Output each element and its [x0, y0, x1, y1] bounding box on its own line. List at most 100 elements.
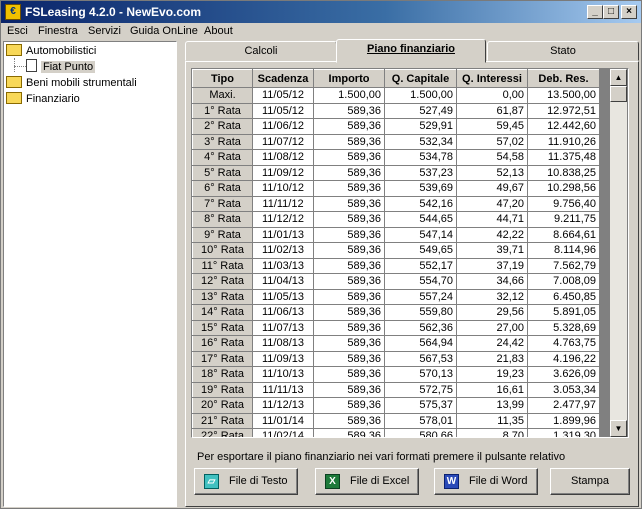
tab-piano-finanziario[interactable]: Piano finanziario	[336, 39, 486, 63]
cell-deb-res[interactable]: 10.298,56	[527, 180, 600, 197]
cell-q-interessi[interactable]: 0,00	[456, 87, 528, 104]
cell-q-interessi[interactable]: 19,23	[456, 366, 528, 383]
cell-q-interessi[interactable]: 49,67	[456, 180, 528, 197]
cell-importo[interactable]: 589,36	[313, 381, 385, 398]
cell-q-interessi[interactable]: 21,83	[456, 350, 528, 367]
table-row[interactable]: 5° Rata 11/09/12 589,36 537,23 52,13 10.838,2…	[192, 164, 600, 181]
table-row[interactable]: 4° Rata 11/08/12 589,36 534,78 54,58 11.375,4…	[192, 149, 600, 166]
cell-q-interessi[interactable]: 37,19	[456, 257, 528, 274]
tab-calcoli[interactable]: Calcoli	[185, 41, 337, 61]
export-text-button[interactable]: ▱ File di Testo	[194, 468, 298, 495]
cell-scadenza[interactable]: 11/05/12	[252, 87, 314, 104]
cell-scadenza[interactable]: 11/11/13	[252, 381, 314, 398]
table-row[interactable]: 15° Rata 11/07/13 589,36 562,36 27,00 5.328,6…	[192, 319, 600, 336]
cell-q-capitale[interactable]: 564,94	[384, 335, 457, 352]
cell-deb-res[interactable]: 1.899,96	[527, 412, 600, 429]
cell-importo[interactable]: 589,36	[313, 412, 385, 429]
cell-importo[interactable]: 589,36	[313, 149, 385, 166]
header-deb-res[interactable]: Deb. Res.	[527, 69, 600, 88]
table-row[interactable]: 13° Rata 11/05/13 589,36 557,24 32,12 6.450,8…	[192, 288, 600, 305]
tree-item-fiat-punto[interactable]: Fiat Punto	[26, 59, 96, 75]
cell-q-capitale[interactable]: 1.500,00	[384, 87, 457, 104]
cell-deb-res[interactable]: 7.562,79	[527, 257, 600, 274]
cell-deb-res[interactable]: 4.196,22	[527, 350, 600, 367]
header-q-capitale[interactable]: Q. Capitale	[384, 69, 457, 88]
table-row[interactable]: 11° Rata 11/03/13 589,36 552,17 37,19 7.562,7…	[192, 257, 600, 274]
cell-deb-res[interactable]: 11.375,48	[527, 149, 600, 166]
cell-deb-res[interactable]: 11.910,26	[527, 133, 600, 150]
menu-finestra[interactable]: Finestra	[38, 25, 78, 37]
tree-item-beni-mobili[interactable]: Beni mobili strumentali	[6, 75, 137, 91]
cell-importo[interactable]: 589,36	[313, 102, 385, 119]
table-row[interactable]: 12° Rata 11/04/13 589,36 554,70 34,66 7.008,0…	[192, 273, 600, 290]
cell-q-capitale[interactable]: 544,65	[384, 211, 457, 228]
menu-servizi[interactable]: Servizi	[88, 25, 121, 37]
cell-tipo[interactable]: 21° Rata	[192, 412, 253, 429]
cell-deb-res[interactable]: 9.211,75	[527, 211, 600, 228]
table-row[interactable]: 8° Rata 11/12/12 589,36 544,65 44,71 9.211,75	[192, 211, 600, 228]
table-row[interactable]: 9° Rata 11/01/13 589,36 547,14 42,22 8.664,61	[192, 226, 600, 243]
cell-importo[interactable]: 589,36	[313, 335, 385, 352]
header-tipo[interactable]: Tipo	[192, 69, 253, 88]
cell-tipo[interactable]: 11° Rata	[192, 257, 253, 274]
cell-q-capitale[interactable]: 552,17	[384, 257, 457, 274]
table-row[interactable]: 18° Rata 11/10/13 589,36 570,13 19,23 3.626,0…	[192, 366, 600, 383]
scroll-down-arrow-icon[interactable]: ▼	[610, 420, 627, 437]
cell-tipo[interactable]: 16° Rata	[192, 335, 253, 352]
cell-q-capitale[interactable]: 580,66	[384, 428, 457, 437]
cell-importo[interactable]: 589,36	[313, 242, 385, 259]
cell-q-capitale[interactable]: 559,80	[384, 304, 457, 321]
cell-tipo[interactable]: 1° Rata	[192, 102, 253, 119]
print-button[interactable]: Stampa	[550, 468, 630, 495]
cell-scadenza[interactable]: 11/01/13	[252, 226, 314, 243]
cell-q-capitale[interactable]: 527,49	[384, 102, 457, 119]
cell-importo[interactable]: 589,36	[313, 164, 385, 181]
cell-q-capitale[interactable]: 542,16	[384, 195, 457, 212]
cell-tipo[interactable]: Maxi.	[192, 87, 253, 104]
cell-q-capitale[interactable]: 534,78	[384, 149, 457, 166]
cell-importo[interactable]: 589,36	[313, 350, 385, 367]
scroll-up-arrow-icon[interactable]: ▲	[610, 69, 627, 86]
cell-scadenza[interactable]: 11/08/12	[252, 149, 314, 166]
cell-q-capitale[interactable]: 570,13	[384, 366, 457, 383]
cell-scadenza[interactable]: 11/10/12	[252, 180, 314, 197]
table-row[interactable]: 14° Rata 11/06/13 589,36 559,80 29,56 5.891,0…	[192, 304, 600, 321]
table-row[interactable]: 22° Rata 11/02/14 589,36 580,66 8,70 1.319,30	[192, 428, 600, 437]
cell-scadenza[interactable]: 11/08/13	[252, 335, 314, 352]
cell-q-capitale[interactable]: 532,34	[384, 133, 457, 150]
cell-importo[interactable]: 589,36	[313, 304, 385, 321]
grid-scrollbar[interactable]: ▲ ▼	[610, 69, 627, 437]
cell-deb-res[interactable]: 9.756,40	[527, 195, 600, 212]
table-row[interactable]: 16° Rata 11/08/13 589,36 564,94 24,42 4.763,7…	[192, 335, 600, 352]
cell-q-capitale[interactable]: 547,14	[384, 226, 457, 243]
cell-importo[interactable]: 589,36	[313, 428, 385, 437]
table-row[interactable]: 20° Rata 11/12/13 589,36 575,37 13,99 2.477,9…	[192, 397, 600, 414]
minimize-button[interactable]: _	[587, 5, 603, 19]
cell-scadenza[interactable]: 11/02/14	[252, 428, 314, 437]
cell-scadenza[interactable]: 11/03/13	[252, 257, 314, 274]
cell-q-capitale[interactable]: 554,70	[384, 273, 457, 290]
cell-scadenza[interactable]: 11/10/13	[252, 366, 314, 383]
cell-tipo[interactable]: 22° Rata	[192, 428, 253, 437]
cell-q-interessi[interactable]: 27,00	[456, 319, 528, 336]
cell-q-capitale[interactable]: 557,24	[384, 288, 457, 305]
header-importo[interactable]: Importo	[313, 69, 385, 88]
cell-scadenza[interactable]: 11/05/13	[252, 288, 314, 305]
cell-importo[interactable]: 589,36	[313, 366, 385, 383]
cell-q-capitale[interactable]: 578,01	[384, 412, 457, 429]
cell-tipo[interactable]: 6° Rata	[192, 180, 253, 197]
cell-q-interessi[interactable]: 59,45	[456, 118, 528, 135]
cell-deb-res[interactable]: 5.328,69	[527, 319, 600, 336]
cell-q-interessi[interactable]: 39,71	[456, 242, 528, 259]
cell-tipo[interactable]: 7° Rata	[192, 195, 253, 212]
cell-scadenza[interactable]: 11/11/12	[252, 195, 314, 212]
cell-deb-res[interactable]: 13.500,00	[527, 87, 600, 104]
cell-importo[interactable]: 589,36	[313, 211, 385, 228]
cell-deb-res[interactable]: 4.763,75	[527, 335, 600, 352]
cell-q-interessi[interactable]: 34,66	[456, 273, 528, 290]
cell-deb-res[interactable]: 8.664,61	[527, 226, 600, 243]
cell-q-interessi[interactable]: 57,02	[456, 133, 528, 150]
cell-tipo[interactable]: 5° Rata	[192, 164, 253, 181]
maximize-button[interactable]: □	[603, 5, 619, 19]
cell-tipo[interactable]: 15° Rata	[192, 319, 253, 336]
